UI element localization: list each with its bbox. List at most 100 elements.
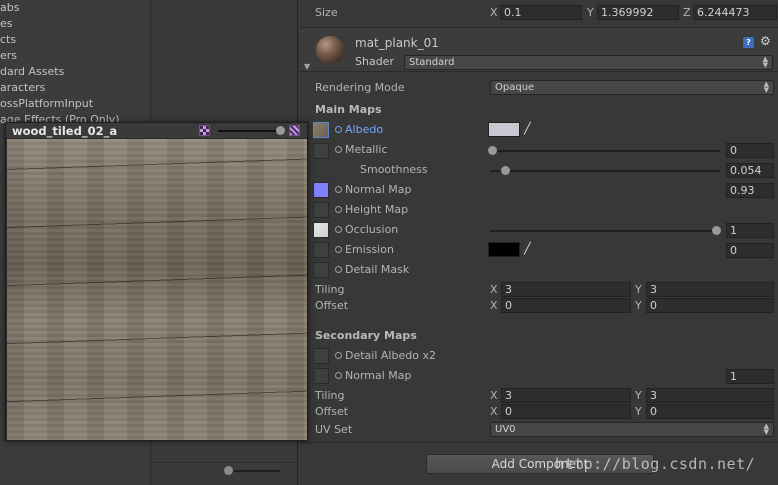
secondary-offset-x-label: X xyxy=(490,405,498,418)
size-z-label: Z xyxy=(683,6,691,19)
occlusion-slider[interactable] xyxy=(490,226,721,235)
detail-mask-label: Detail Mask xyxy=(345,263,410,276)
secondary-normal-map-texture-slot[interactable] xyxy=(313,368,329,384)
texture-preview-title: wood_tiled_02_a xyxy=(12,124,118,138)
size-y-field[interactable]: 1.369992 xyxy=(597,5,679,20)
rendering-mode-value: Opaque xyxy=(495,82,535,93)
secondary-normal-map-label: Normal Map xyxy=(345,369,412,382)
slider-knob[interactable] xyxy=(712,226,721,235)
metallic-label: Metallic xyxy=(345,143,388,156)
tiling-y-field[interactable]: 3 xyxy=(646,282,774,297)
rendering-mode-dropdown[interactable]: Opaque ▲ ▼ xyxy=(490,80,774,95)
project-item[interactable]: ers xyxy=(0,48,17,64)
dropdown-arrows-icon: ▲ ▼ xyxy=(763,422,769,436)
smoothness-slider[interactable] xyxy=(490,166,720,175)
detail-albedo-label: Detail Albedo x2 xyxy=(345,349,436,362)
wood-texture-image xyxy=(7,139,307,440)
emission-label: Emission xyxy=(345,243,394,256)
secondary-offset-x-field[interactable]: 0 xyxy=(501,404,631,419)
normal-map-picker-icon[interactable] xyxy=(335,186,342,193)
offset-x-label: X xyxy=(490,299,498,312)
secondary-tiling-x-label: X xyxy=(490,389,498,402)
secondary-maps-header: Secondary Maps xyxy=(315,329,417,342)
detail-albedo-picker-icon[interactable] xyxy=(335,352,342,359)
slider-knob[interactable] xyxy=(488,146,497,155)
alpha-toggle-icon[interactable] xyxy=(199,125,210,136)
occlusion-texture-slot[interactable] xyxy=(313,222,329,238)
uv-set-value: UV0 xyxy=(495,424,516,435)
help-icon[interactable]: ? xyxy=(743,37,754,48)
mip-level-slider[interactable] xyxy=(218,126,285,135)
secondary-normal-map-scale-field[interactable]: 1 xyxy=(726,369,774,384)
detail-albedo-texture-slot[interactable] xyxy=(313,348,329,364)
offset-x-field[interactable]: 0 xyxy=(501,298,631,313)
tiling-label: Tiling xyxy=(315,283,345,296)
uv-set-dropdown[interactable]: UV0 ▲ ▼ xyxy=(490,422,774,437)
slider-knob[interactable] xyxy=(276,126,285,135)
detail-mask-texture-slot[interactable] xyxy=(313,262,329,278)
tiling-x-label: X xyxy=(490,283,498,296)
size-x-field[interactable]: 0.1 xyxy=(500,5,582,20)
emission-picker-icon[interactable] xyxy=(335,246,342,253)
secondary-normal-map-picker-icon[interactable] xyxy=(335,372,342,379)
height-map-texture-slot[interactable] xyxy=(313,202,329,218)
smoothness-value-field[interactable]: 0.054 xyxy=(726,163,774,178)
emission-value-field[interactable]: 0 xyxy=(726,243,774,258)
shader-dropdown[interactable]: Standard ▲ ▼ xyxy=(404,55,773,70)
size-y-label: Y xyxy=(587,6,594,19)
rendering-mode-label: Rendering Mode xyxy=(315,81,405,94)
albedo-color-swatch[interactable] xyxy=(488,122,520,137)
occlusion-picker-icon[interactable] xyxy=(335,226,342,233)
secondary-tiling-y-field[interactable]: 3 xyxy=(646,388,774,403)
project-item[interactable]: es xyxy=(0,16,13,32)
size-z-field[interactable]: 6.244473 xyxy=(693,5,777,20)
offset-y-label: Y xyxy=(635,299,642,312)
metallic-texture-slot[interactable] xyxy=(313,143,329,159)
foldout-arrow-icon[interactable]: ▼ xyxy=(304,62,310,71)
metallic-picker-icon[interactable] xyxy=(335,146,342,153)
icon-size-slider[interactable] xyxy=(224,466,280,475)
slider-knob[interactable] xyxy=(501,166,510,175)
detail-mask-picker-icon[interactable] xyxy=(335,266,342,273)
secondary-offset-y-field[interactable]: 0 xyxy=(646,404,774,419)
inspector-panel: Size X 0.1 Y 1.369992 Z 6.244473 ▼ mat_p… xyxy=(300,0,778,485)
secondary-tiling-x-field[interactable]: 3 xyxy=(501,388,631,403)
normal-map-label: Normal Map xyxy=(345,183,412,196)
texture-preview-header: wood_tiled_02_a xyxy=(6,123,307,138)
shader-label: Shader xyxy=(355,55,394,68)
panel-divider xyxy=(151,462,299,463)
project-item[interactable]: abs xyxy=(0,0,19,16)
dropdown-arrows-icon: ▲ ▼ xyxy=(763,80,769,94)
metallic-slider[interactable] xyxy=(488,146,720,155)
offset-y-field[interactable]: 0 xyxy=(646,298,774,313)
emission-texture-slot[interactable] xyxy=(313,242,329,258)
albedo-label: Albedo xyxy=(345,123,384,136)
slider-knob[interactable] xyxy=(224,466,233,475)
secondary-offset-label: Offset xyxy=(315,405,349,418)
eyedropper-icon[interactable]: ╱ xyxy=(524,242,536,257)
normal-map-scale-field[interactable]: 0.93 xyxy=(726,183,774,198)
project-item[interactable]: cts xyxy=(0,32,16,48)
inspector-divider xyxy=(300,442,778,443)
height-map-picker-icon[interactable] xyxy=(335,206,342,213)
main-maps-header: Main Maps xyxy=(315,103,382,116)
dropdown-arrows-icon: ▲ ▼ xyxy=(762,55,768,69)
mip-toggle-icon[interactable] xyxy=(289,125,300,136)
secondary-offset-y-label: Y xyxy=(635,405,642,418)
tiling-x-field[interactable]: 3 xyxy=(501,282,631,297)
material-preview-sphere xyxy=(316,36,344,64)
secondary-tiling-label: Tiling xyxy=(315,389,345,402)
occlusion-value-field[interactable]: 1 xyxy=(726,223,774,238)
normal-map-texture-slot[interactable] xyxy=(313,182,329,198)
size-label: Size xyxy=(315,6,338,19)
project-item[interactable]: dard Assets xyxy=(0,64,64,80)
project-item[interactable]: aracters xyxy=(0,80,45,96)
shader-value: Standard xyxy=(409,57,455,68)
metallic-value-field[interactable]: 0 xyxy=(726,143,774,158)
gear-icon[interactable]: ⚙ xyxy=(760,34,771,48)
emission-color-swatch[interactable] xyxy=(488,242,520,257)
albedo-picker-icon[interactable] xyxy=(335,126,342,133)
project-item[interactable]: ossPlatformInput xyxy=(0,96,93,112)
albedo-texture-slot[interactable] xyxy=(313,122,329,138)
eyedropper-icon[interactable]: ╱ xyxy=(524,122,536,137)
